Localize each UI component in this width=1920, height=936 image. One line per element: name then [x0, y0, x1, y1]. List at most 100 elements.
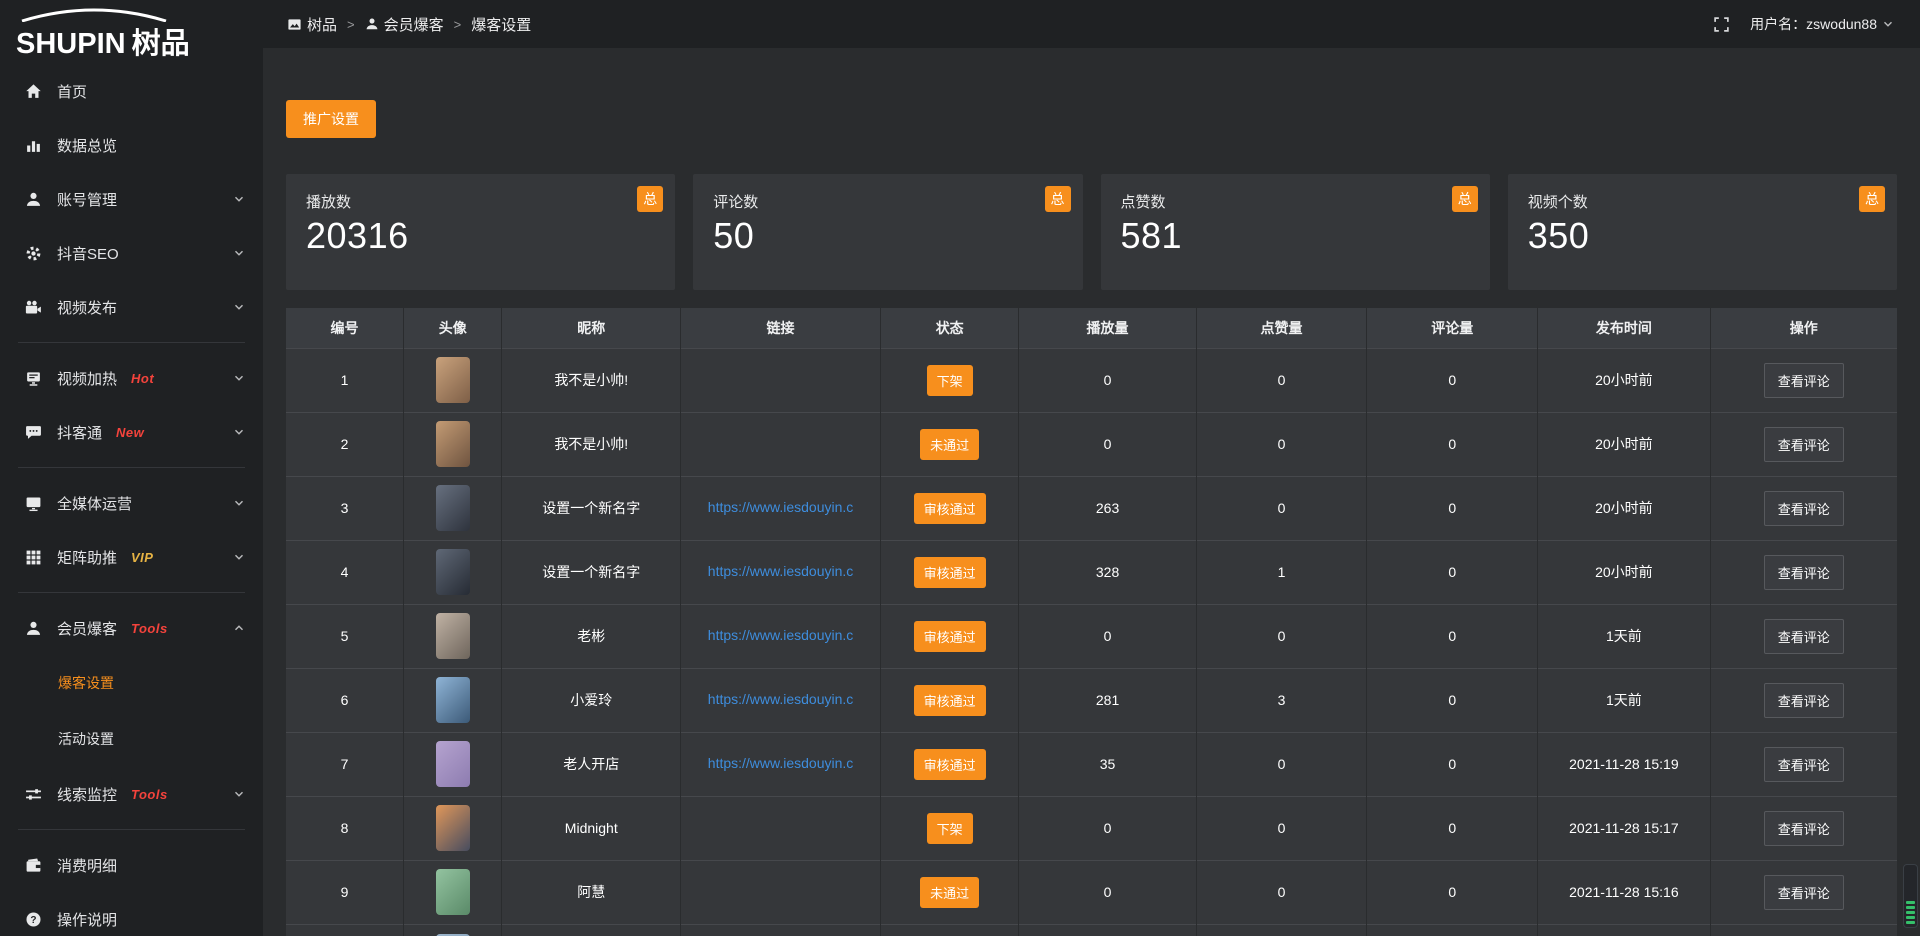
- cell-time: 20小时前: [1538, 476, 1710, 540]
- cell-avatar: [404, 476, 502, 540]
- menu-badge: Tools: [131, 621, 168, 636]
- column-header: 点赞量: [1196, 308, 1367, 348]
- cell-nickname: 设置一个新名字: [502, 476, 681, 540]
- cell-likes: 0: [1196, 604, 1367, 668]
- sidebar-subitem[interactable]: 爆客设置: [0, 655, 263, 711]
- table-header-row: 编号头像昵称链接状态播放量点赞量评论量发布时间操作: [286, 308, 1897, 348]
- breadcrumb-item[interactable]: 树品: [287, 14, 337, 35]
- cell-action: 查看评论: [1710, 412, 1897, 476]
- cell-plays: 0: [1019, 796, 1196, 860]
- table-row: 4设置一个新名字https://www.iesdouyin.c审核通过32810…: [286, 540, 1897, 604]
- menu-badge: New: [116, 425, 144, 440]
- view-comments-button[interactable]: 查看评论: [1764, 683, 1844, 718]
- breadcrumb-item[interactable]: 爆客设置: [471, 14, 531, 35]
- video-table: 编号头像昵称链接状态播放量点赞量评论量发布时间操作 1我不是小帅!下架00020…: [286, 308, 1897, 936]
- cell-plays: 328: [1019, 540, 1196, 604]
- cell-no: 9: [286, 860, 404, 924]
- sidebar-item[interactable]: 会员爆客Tools: [0, 601, 263, 655]
- video-link[interactable]: https://www.iesdouyin.c: [708, 627, 854, 643]
- sidebar-item[interactable]: 视频发布: [0, 280, 263, 334]
- video-link[interactable]: https://www.iesdouyin.c: [708, 691, 854, 707]
- sidebar-item[interactable]: ?操作说明: [0, 892, 263, 936]
- cell-time: 2021-11-28 15:16: [1538, 860, 1710, 924]
- column-header: 评论量: [1367, 308, 1538, 348]
- sidebar-divider: [18, 467, 245, 468]
- column-header: 播放量: [1019, 308, 1196, 348]
- sidebar-item[interactable]: 抖客通New: [0, 405, 263, 459]
- sidebar-item[interactable]: 消费明细: [0, 838, 263, 892]
- status-badge: 下架: [927, 813, 973, 844]
- avatar: [436, 485, 470, 531]
- cell-time: 2021-11-28 15:17: [1538, 796, 1710, 860]
- status-badge: 未通过: [920, 877, 979, 908]
- chevron-down-icon: [1882, 18, 1894, 30]
- cell-plays: 0: [1019, 860, 1196, 924]
- chevron-down-icon: [233, 551, 245, 563]
- cell-no: 8: [286, 796, 404, 860]
- video-link[interactable]: https://www.iesdouyin.c: [708, 499, 854, 515]
- cell-status: 审核通过: [880, 540, 1019, 604]
- video-link[interactable]: https://www.iesdouyin.c: [708, 563, 854, 579]
- avatar: [436, 421, 470, 467]
- status-badge: 下架: [927, 365, 973, 396]
- chevron-down-icon: [233, 788, 245, 800]
- cell-avatar: [404, 540, 502, 604]
- breadcrumb-separator: >: [454, 17, 462, 32]
- cell-likes: 1: [1196, 540, 1367, 604]
- chat-icon: [24, 423, 42, 441]
- view-comments-button[interactable]: 查看评论: [1764, 427, 1844, 462]
- avatar: [436, 677, 470, 723]
- cell-action: 查看评论: [1710, 348, 1897, 412]
- sidebar-item[interactable]: 全媒体运营: [0, 476, 263, 530]
- cell-nickname: 我不是小帅!: [502, 348, 681, 412]
- sidebar-item[interactable]: 线索监控Tools: [0, 767, 263, 821]
- cell-plays: 263: [1019, 476, 1196, 540]
- view-comments-button[interactable]: 查看评论: [1764, 619, 1844, 654]
- cell-action: 查看评论: [1710, 668, 1897, 732]
- video-icon: [24, 298, 42, 316]
- stat-value: 20316: [306, 215, 655, 257]
- view-comments-button[interactable]: 查看评论: [1764, 747, 1844, 782]
- cell-action: 查看评论: [1710, 476, 1897, 540]
- breadcrumb-label: 树品: [307, 14, 337, 35]
- chevron-down-icon: [233, 426, 245, 438]
- cell-comments: 0: [1367, 796, 1538, 860]
- monitor-icon: [24, 494, 42, 512]
- video-link[interactable]: https://www.iesdouyin.c: [708, 755, 854, 771]
- sidebar-item[interactable]: 首页: [0, 64, 263, 118]
- sidebar-subitem[interactable]: 活动设置: [0, 711, 263, 767]
- sidebar-item[interactable]: 数据总览: [0, 118, 263, 172]
- chevron-down-icon: [233, 193, 245, 205]
- topbar: 树品>会员爆客>爆客设置 用户名：zswodun88: [263, 0, 1920, 48]
- fullscreen-icon[interactable]: [1713, 16, 1730, 33]
- sidebar-item-label: 视频加热: [57, 368, 117, 389]
- view-comments-button[interactable]: 查看评论: [1764, 811, 1844, 846]
- sidebar-item[interactable]: 账号管理: [0, 172, 263, 226]
- status-badge: 审核通过: [914, 493, 986, 524]
- user-menu[interactable]: 用户名：zswodun88: [1750, 14, 1894, 34]
- cell-nickname: 我不是小帅!: [502, 412, 681, 476]
- view-comments-button[interactable]: 查看评论: [1764, 491, 1844, 526]
- cell-no: 1: [286, 348, 404, 412]
- cell-comments: 0: [1367, 668, 1538, 732]
- stat-label: 点赞数: [1121, 191, 1470, 212]
- sidebar-item[interactable]: 视频加热Hot: [0, 351, 263, 405]
- sidebar-item-label: 抖音SEO: [57, 243, 119, 264]
- sidebar-item[interactable]: 矩阵助推VIP: [0, 530, 263, 584]
- sidebar-menu: 首页数据总览账号管理抖音SEO 视频发布视频加热Hot抖客通New 全媒体运营矩阵助…: [0, 64, 263, 936]
- stat-card: 播放数20316总: [286, 174, 675, 290]
- sidebar-item[interactable]: 抖音SEO: [0, 226, 263, 280]
- view-comments-button[interactable]: 查看评论: [1764, 875, 1844, 910]
- logo-arc: [18, 8, 170, 22]
- username-label: 用户名：zswodun88: [1750, 14, 1877, 34]
- view-comments-button[interactable]: 查看评论: [1764, 363, 1844, 398]
- table-row: 2我不是小帅!未通过00020小时前查看评论: [286, 412, 1897, 476]
- promo-settings-button[interactable]: 推广设置: [286, 100, 376, 138]
- cell-nickname: 老彬: [502, 604, 681, 668]
- status-badge: 审核通过: [914, 685, 986, 716]
- floating-widget[interactable]: [1903, 864, 1918, 928]
- view-comments-button[interactable]: 查看评论: [1764, 555, 1844, 590]
- grid-icon: [24, 548, 42, 566]
- breadcrumb-item[interactable]: 会员爆客: [365, 14, 444, 35]
- sidebar-item-label: 操作说明: [57, 909, 117, 930]
